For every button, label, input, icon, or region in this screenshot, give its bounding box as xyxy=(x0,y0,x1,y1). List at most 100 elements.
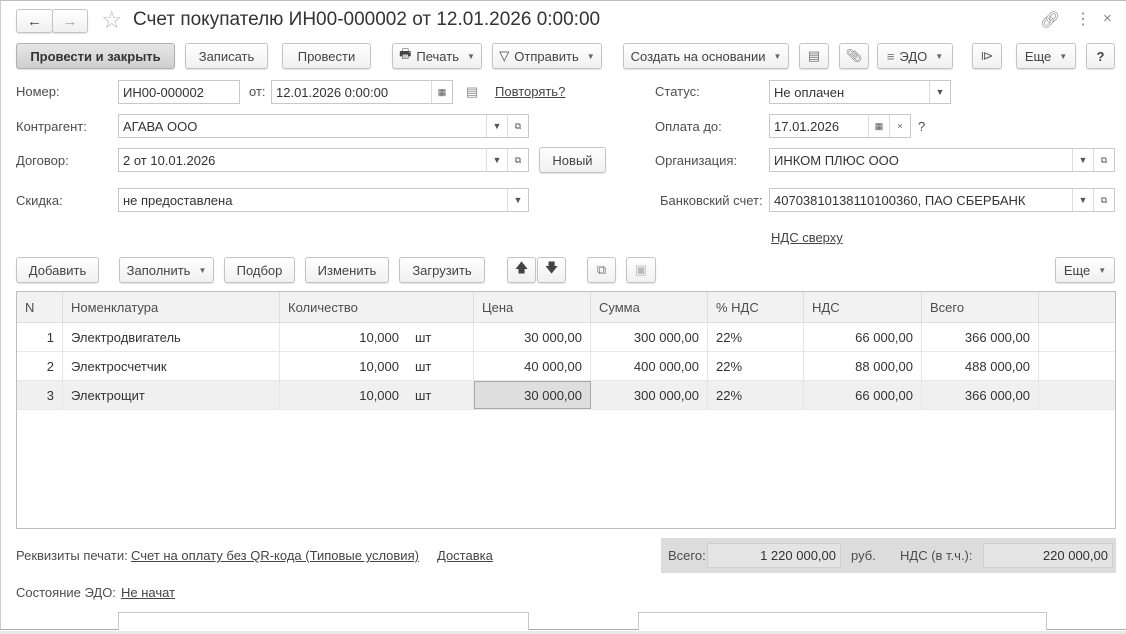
responsible-input[interactable] xyxy=(638,612,1047,630)
favorite-star-icon[interactable]: ☆ xyxy=(101,6,123,35)
date-input[interactable]: 12.01.2026 0:00:00 ▦ xyxy=(271,80,453,104)
chevron-down-icon[interactable]: ▼ xyxy=(486,149,507,171)
chevron-down-icon[interactable]: ▼ xyxy=(929,81,950,103)
pay-until-input[interactable]: 17.01.2026 ▦ × xyxy=(769,114,911,138)
col-vat[interactable]: НДС xyxy=(804,292,922,322)
fill-button[interactable]: Заполнить ▼ xyxy=(119,257,214,283)
col-total[interactable]: Всего xyxy=(922,292,1039,322)
cell-vat-rate[interactable]: 22% xyxy=(708,323,804,351)
open-icon[interactable]: ⧉ xyxy=(507,149,528,171)
add-button[interactable]: Добавить xyxy=(16,257,99,283)
new-contract-button[interactable]: Новый xyxy=(539,147,606,173)
open-icon[interactable]: ⧉ xyxy=(1093,189,1114,211)
clear-icon[interactable]: × xyxy=(889,115,910,137)
move-down-button[interactable]: 🡇 xyxy=(537,257,566,283)
cell-total[interactable]: 366 000,00 xyxy=(922,381,1039,409)
cell-price[interactable]: 40 000,00 xyxy=(474,352,591,380)
structure-button[interactable]: ▤ xyxy=(799,43,829,69)
chevron-down-icon[interactable]: ▼ xyxy=(1072,149,1093,171)
cell-vat[interactable]: 66 000,00 xyxy=(804,323,922,351)
delivery-link[interactable]: Доставка xyxy=(437,548,493,563)
vat-on-top-link[interactable]: НДС сверху xyxy=(771,230,843,245)
cell-unit[interactable]: шт xyxy=(407,323,474,351)
col-vat-rate[interactable]: % НДС xyxy=(708,292,804,322)
print-details-link[interactable]: Счет на оплату без QR-кода (Типовые усло… xyxy=(131,548,419,563)
cell-vat[interactable]: 88 000,00 xyxy=(804,352,922,380)
cell-sum[interactable]: 300 000,00 xyxy=(591,323,708,351)
forward-button[interactable]: → xyxy=(52,9,88,33)
create-based-on-button[interactable]: Создать на основании ▼ xyxy=(623,43,789,69)
calendar-icon[interactable]: ▦ xyxy=(431,81,452,103)
edo-button[interactable]: ≡ ЭДО ▼ xyxy=(877,43,953,69)
table-row[interactable]: 2 Электросчетчик 10,000 шт 40 000,00 400 000,… xyxy=(17,352,1115,381)
calendar-icon[interactable]: ▦ xyxy=(868,115,889,137)
comment-input[interactable] xyxy=(118,612,529,630)
chevron-down-icon[interactable]: ▼ xyxy=(507,189,528,211)
chevron-down-icon[interactable]: ▼ xyxy=(1072,189,1093,211)
back-button[interactable]: ← xyxy=(16,9,53,33)
contract-input[interactable]: 2 от 10.01.2026 ▼ ⧉ xyxy=(118,148,529,172)
link-icon[interactable]: 🔗︎ xyxy=(1040,10,1060,30)
status-select[interactable]: Не оплачен ▼ xyxy=(769,80,951,104)
post-and-close-button[interactable]: Провести и закрыть xyxy=(16,43,175,69)
send-button[interactable]: ▽ Отправить ▼ xyxy=(492,43,602,69)
print-button[interactable]: 🖶︎ Печать ▼ xyxy=(392,43,482,69)
cell-item[interactable]: Электродвигатель xyxy=(63,323,280,351)
more-button[interactable]: Еще ▼ xyxy=(1016,43,1076,69)
counterparty-input[interactable]: АГАВА ООО ▼ ⧉ xyxy=(118,114,529,138)
goods-table[interactable]: N Номенклатура Количество Цена Сумма % Н… xyxy=(16,291,1116,529)
cell-total[interactable]: 366 000,00 xyxy=(922,323,1039,351)
cell-qty[interactable]: 10,000 xyxy=(280,323,407,351)
more-label: Еще xyxy=(1024,48,1052,64)
cell-qty[interactable]: 10,000 xyxy=(280,381,407,409)
edit-button[interactable]: Изменить xyxy=(305,257,389,283)
save-button[interactable]: Записать xyxy=(185,43,268,69)
date-value: 12.01.2026 0:00:00 xyxy=(276,84,389,100)
post-button[interactable]: Провести xyxy=(282,43,371,69)
cell-unit[interactable]: шт xyxy=(407,381,474,409)
col-item[interactable]: Номенклатура xyxy=(63,292,280,322)
table-more-button[interactable]: Еще ▼ xyxy=(1055,257,1115,283)
more-vertical-icon[interactable]: ⋮ xyxy=(1075,9,1091,29)
pay-until-help[interactable]: ? xyxy=(918,119,925,134)
bank-input[interactable]: 40703810138110100360, ПАО СБЕРБАНК ▼ ⧉ xyxy=(769,188,1115,212)
copy-button[interactable]: ⧉ xyxy=(587,257,616,283)
bluetooth-button[interactable]: ⧐ xyxy=(972,43,1002,69)
open-icon[interactable]: ⧉ xyxy=(1093,149,1114,171)
cell-vat[interactable]: 66 000,00 xyxy=(804,381,922,409)
org-input[interactable]: ИНКОМ ПЛЮС ООО ▼ ⧉ xyxy=(769,148,1115,172)
cell-price[interactable]: 30 000,00 xyxy=(474,323,591,351)
cell-n[interactable]: 3 xyxy=(17,381,63,409)
col-sum[interactable]: Сумма xyxy=(591,292,708,322)
cell-sum[interactable]: 400 000,00 xyxy=(591,352,708,380)
repeat-link[interactable]: Повторять? xyxy=(495,84,565,99)
help-button[interactable]: ? xyxy=(1086,43,1115,69)
cell-vat-rate[interactable]: 22% xyxy=(708,381,804,409)
attach-button[interactable]: 📎︎ xyxy=(839,43,869,69)
chevron-down-icon[interactable]: ▼ xyxy=(486,115,507,137)
cell-n[interactable]: 2 xyxy=(17,352,63,380)
cell-unit[interactable]: шт xyxy=(407,352,474,380)
load-button[interactable]: Загрузить xyxy=(399,257,485,283)
col-n[interactable]: N xyxy=(17,292,63,322)
col-qty[interactable]: Количество xyxy=(280,292,474,322)
table-row[interactable]: 1 Электродвигатель 10,000 шт 30 000,00 300 00… xyxy=(17,323,1115,352)
close-icon[interactable]: × xyxy=(1103,10,1112,27)
discount-select[interactable]: не предоставлена ▼ xyxy=(118,188,529,212)
cell-qty[interactable]: 10,000 xyxy=(280,352,407,380)
pick-button[interactable]: Подбор xyxy=(224,257,295,283)
table-row[interactable]: 3 Электрощит 10,000 шт 30 000,00 300 000,00 22… xyxy=(17,381,1115,410)
open-icon[interactable]: ⧉ xyxy=(507,115,528,137)
cell-vat-rate[interactable]: 22% xyxy=(708,352,804,380)
number-input[interactable]: ИН00-000002 xyxy=(118,80,240,104)
paste-button[interactable]: ▣ xyxy=(626,257,656,283)
cell-n[interactable]: 1 xyxy=(17,323,63,351)
col-price[interactable]: Цена xyxy=(474,292,591,322)
cell-item[interactable]: Электрощит xyxy=(63,381,280,409)
cell-price[interactable]: 30 000,00 xyxy=(474,381,591,409)
edo-state-link[interactable]: Не начат xyxy=(121,585,175,600)
move-up-button[interactable]: 🡅 xyxy=(507,257,536,283)
cell-item[interactable]: Электросчетчик xyxy=(63,352,280,380)
cell-total[interactable]: 488 000,00 xyxy=(922,352,1039,380)
cell-sum[interactable]: 300 000,00 xyxy=(591,381,708,409)
